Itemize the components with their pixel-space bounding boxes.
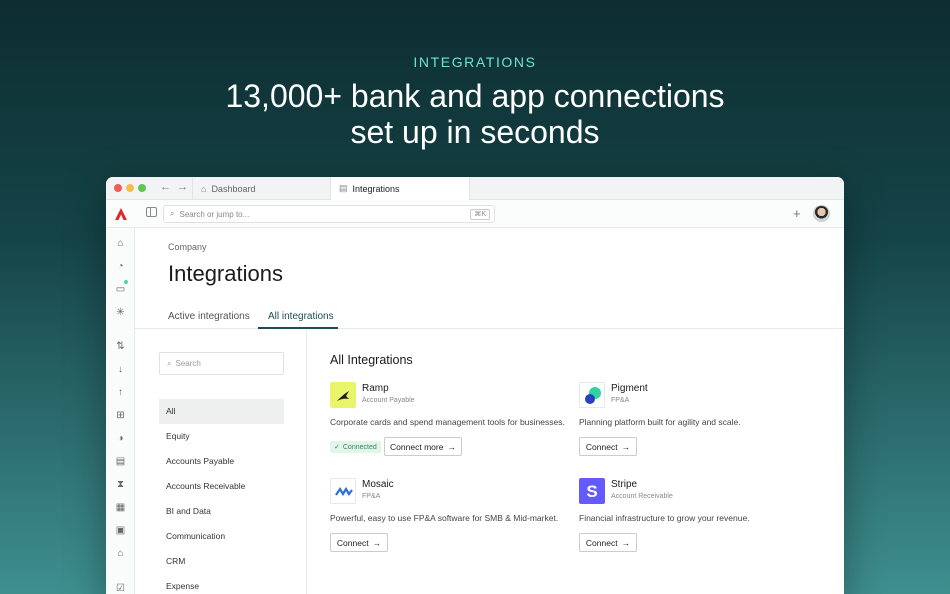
tab-integrations-label: Integrations bbox=[352, 183, 400, 194]
tab-all-integrations[interactable]: All integrations bbox=[268, 311, 334, 322]
connect-more-label: Connect more bbox=[390, 441, 444, 452]
stripe-logo-icon: S bbox=[579, 478, 605, 504]
connect-button[interactable]: Connect → bbox=[579, 533, 637, 552]
category-item-crm[interactable]: CRM bbox=[159, 549, 284, 574]
connect-button[interactable]: Connect → bbox=[330, 533, 388, 552]
integration-name: Ramp bbox=[362, 383, 389, 394]
home-icon: ⌂ bbox=[201, 183, 207, 194]
minimize-window-button[interactable] bbox=[126, 184, 134, 192]
mosaic-logo-icon bbox=[330, 478, 356, 504]
grid-icon[interactable]: ⊞ bbox=[115, 410, 126, 421]
svg-text:S: S bbox=[586, 482, 597, 501]
title-bar: ← → ⌂ Dashboard ▤ Integrations bbox=[106, 177, 844, 200]
integration-name: Pigment bbox=[611, 383, 648, 394]
headline-line-1: 13,000+ bank and app connections bbox=[225, 78, 725, 114]
status-badge-label: Connected bbox=[342, 443, 377, 451]
pigment-logo-icon bbox=[579, 382, 605, 408]
integration-description: Powerful, easy to use FP&A software for … bbox=[330, 513, 559, 523]
integration-card-pigment: Pigment FP&A Planning platform built for… bbox=[579, 382, 819, 462]
integration-card-ramp: Ramp Account Payable Corporate cards and… bbox=[330, 382, 570, 462]
integration-category: Account Payable bbox=[362, 397, 415, 404]
connect-button[interactable]: Connect → bbox=[579, 437, 637, 456]
app-window: ← → ⌂ Dashboard ▤ Integrations ⌕ Search … bbox=[106, 177, 844, 594]
integration-description: Corporate cards and spend management too… bbox=[330, 417, 565, 427]
building-icon: ▤ bbox=[339, 183, 348, 193]
page-title: Integrations bbox=[168, 261, 283, 286]
checklist-icon[interactable]: ☑ bbox=[115, 583, 126, 594]
category-item-expense[interactable]: Expense bbox=[159, 574, 284, 594]
tab-active-integrations[interactable]: Active integrations bbox=[168, 311, 250, 322]
breadcrumb[interactable]: Company bbox=[168, 242, 207, 252]
tab-dashboard[interactable]: ⌂ Dashboard bbox=[192, 177, 331, 200]
maximize-window-button[interactable] bbox=[138, 184, 146, 192]
category-item-accounts-payable[interactable]: Accounts Payable bbox=[159, 449, 284, 474]
arrow-right-icon: → bbox=[621, 441, 631, 452]
section-title: All Integrations bbox=[330, 353, 413, 367]
integration-card-stripe: S Stripe Account Receivable Financial in… bbox=[579, 478, 819, 558]
add-icon[interactable]: + bbox=[793, 206, 801, 221]
calendar-icon[interactable]: ▣ bbox=[115, 525, 126, 536]
ramp-logo-icon bbox=[330, 382, 356, 408]
hourglass-icon[interactable]: ⧗ bbox=[115, 479, 126, 490]
status-badge: ✓ Connected bbox=[330, 441, 381, 453]
hero-eyebrow: INTEGRATIONS bbox=[413, 54, 537, 70]
check-circle-icon: ✓ bbox=[334, 444, 340, 451]
category-item-equity[interactable]: Equity bbox=[159, 424, 284, 449]
filter-panel: ⌕ Search All Equity Accounts Payable Acc… bbox=[135, 330, 307, 594]
connect-label: Connect bbox=[585, 441, 618, 452]
integration-description: Planning platform built for agility and … bbox=[579, 417, 741, 427]
category-item-communication[interactable]: Communication bbox=[159, 524, 284, 549]
category-item-accounts-receivable[interactable]: Accounts Receivable bbox=[159, 474, 284, 499]
headline-line-2: set up in seconds bbox=[350, 114, 600, 150]
sidebar-rail: ⌂ ◔ ▭ ✳ ⇅ ↓ ↑ ⊞ ◑ ▤ ⧗ ▦ ▣ ⌂ ☑ bbox=[106, 228, 135, 594]
global-search-input[interactable]: ⌕ Search or jump to... ⌘K bbox=[163, 205, 495, 223]
app-logo-icon bbox=[115, 208, 127, 220]
arrow-right-icon: → bbox=[447, 441, 456, 452]
arrow-right-icon: → bbox=[621, 537, 631, 548]
connect-label: Connect bbox=[585, 537, 618, 548]
category-item-bi-and-data[interactable]: BI and Data bbox=[159, 499, 284, 524]
search-icon: ⌕ bbox=[170, 209, 175, 218]
tab-integrations[interactable]: ▤ Integrations bbox=[331, 177, 470, 200]
close-window-button[interactable] bbox=[114, 184, 122, 192]
avatar[interactable] bbox=[813, 205, 830, 222]
bank-icon[interactable]: ⌂ bbox=[115, 548, 126, 559]
transfer-icon[interactable]: ⇅ bbox=[115, 341, 126, 352]
home-icon[interactable]: ⌂ bbox=[115, 238, 126, 249]
connect-more-button[interactable]: Connect more → bbox=[384, 437, 462, 456]
toolbar: ⌕ Search or jump to... ⌘K + bbox=[106, 200, 844, 228]
back-arrow-icon[interactable]: ← bbox=[160, 181, 171, 193]
inbox-icon[interactable]: ▭ bbox=[115, 284, 126, 295]
activity-icon[interactable]: ◔ bbox=[115, 261, 126, 272]
sidebar-toggle-icon[interactable] bbox=[146, 207, 157, 217]
notification-dot bbox=[124, 280, 128, 284]
filter-search-placeholder: Search bbox=[175, 359, 201, 368]
shortcut-badge: ⌘K bbox=[470, 209, 490, 220]
pie-chart-icon[interactable]: ◑ bbox=[115, 433, 126, 444]
forward-arrow-icon[interactable]: → bbox=[177, 181, 188, 193]
page-tabs: Active integrations All integrations bbox=[135, 305, 844, 329]
integration-category: Account Receivable bbox=[611, 493, 673, 500]
sparkle-icon[interactable]: ✳ bbox=[115, 307, 126, 318]
search-icon: ⌕ bbox=[167, 358, 172, 368]
upload-icon[interactable]: ↑ bbox=[115, 387, 126, 398]
global-search-placeholder: Search or jump to... bbox=[179, 209, 250, 219]
filter-search-input[interactable]: ⌕ Search bbox=[159, 352, 284, 375]
hero-headline: 13,000+ bank and app connections set up … bbox=[0, 78, 950, 150]
connect-label: Connect bbox=[336, 537, 369, 548]
integration-category: FP&A bbox=[362, 493, 381, 500]
integration-name: Stripe bbox=[611, 479, 638, 490]
integration-category: FP&A bbox=[611, 397, 630, 404]
integration-description: Financial infrastructure to grow your re… bbox=[579, 513, 750, 523]
category-item-all[interactable]: All bbox=[159, 399, 284, 424]
integration-card-mosaic: Mosaic FP&A Powerful, easy to use FP&A s… bbox=[330, 478, 570, 558]
active-tab-indicator bbox=[258, 327, 338, 329]
building-icon[interactable]: ▤ bbox=[115, 456, 126, 467]
download-icon[interactable]: ↓ bbox=[115, 364, 126, 375]
tab-dashboard-label: Dashboard bbox=[211, 183, 256, 194]
calculator-icon[interactable]: ▦ bbox=[115, 502, 126, 513]
arrow-right-icon: → bbox=[372, 537, 382, 548]
integration-name: Mosaic bbox=[362, 479, 394, 490]
